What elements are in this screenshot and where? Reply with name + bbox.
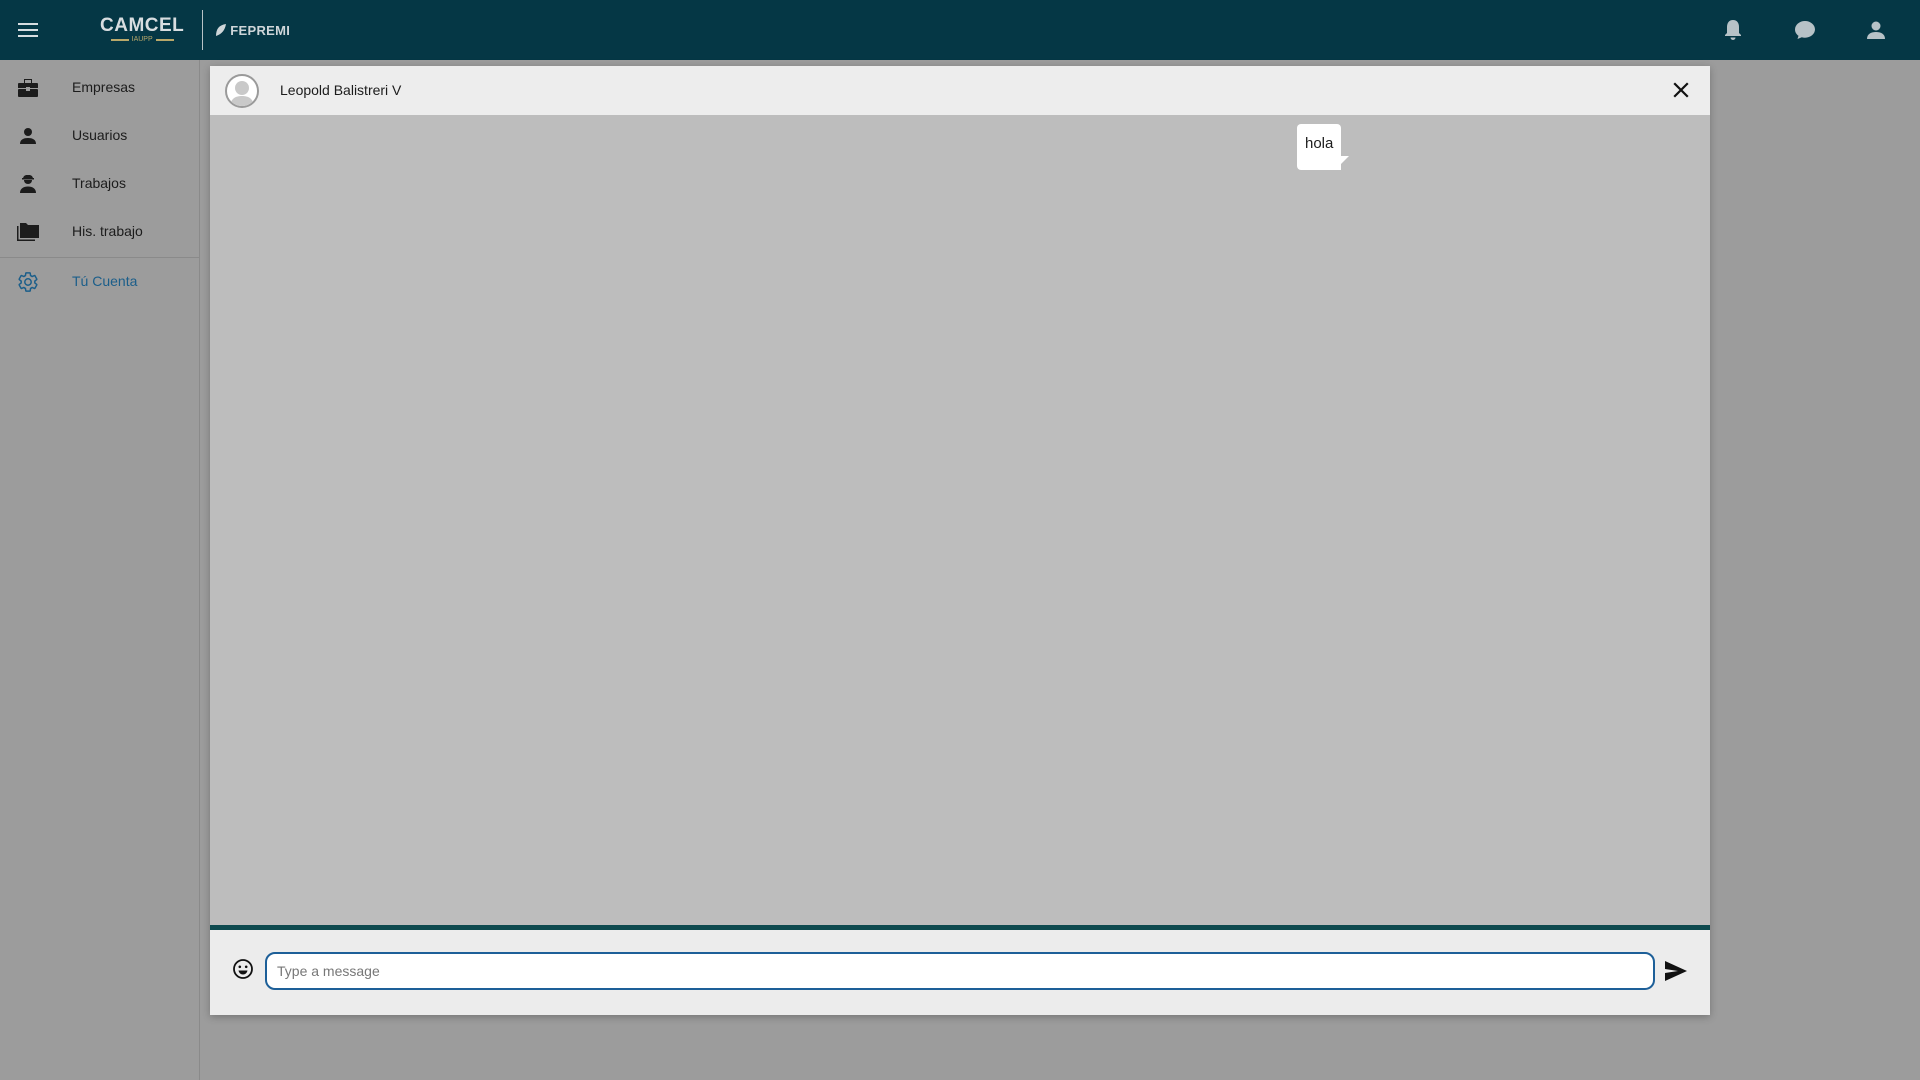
message-bubble-tail xyxy=(1339,156,1349,166)
camcel-logo-text: CAMCEL xyxy=(100,15,185,36)
chat-header: Leopold Balistreri V xyxy=(210,66,1710,115)
message-composer xyxy=(210,930,1710,1015)
chat-dialog: Leopold Balistreri V hola xyxy=(210,66,1710,1015)
message-text: hola xyxy=(1305,135,1334,152)
sidebar-item-trabajos[interactable]: Trabajos xyxy=(0,160,200,208)
sidebar-item-usuarios[interactable]: Usuarios xyxy=(0,112,200,160)
top-app-bar: CAMCEL IAUPP FEPREMI xyxy=(0,0,1920,60)
fepremi-logo-text: FEPREMI xyxy=(230,22,291,38)
chat-messages-area[interactable]: hola xyxy=(210,115,1710,925)
worker-icon xyxy=(16,172,40,196)
gear-icon xyxy=(16,270,40,294)
account-icon[interactable] xyxy=(1864,18,1888,42)
sidebar-item-label: Usuarios xyxy=(72,127,128,143)
close-icon[interactable] xyxy=(1670,79,1692,101)
chat-contact-name: Leopold Balistreri V xyxy=(280,82,402,98)
message-input[interactable] xyxy=(265,952,1655,990)
notifications-bell-icon[interactable] xyxy=(1721,18,1745,42)
avatar xyxy=(225,74,259,108)
camcel-logo-subtext: IAUPP xyxy=(131,36,153,43)
fepremi-leaf-icon xyxy=(216,24,227,36)
sidebar-item-label: His. trabajo xyxy=(72,223,143,239)
fepremi-logo: FEPREMI xyxy=(203,23,290,38)
send-icon[interactable] xyxy=(1663,958,1689,984)
person-icon xyxy=(16,124,40,148)
sidebar-item-label: Tú Cuenta xyxy=(72,273,138,289)
camcel-logo: CAMCEL IAUPP xyxy=(100,10,204,50)
brand-logo[interactable]: CAMCEL IAUPP FEPREMI xyxy=(100,10,290,50)
emoji-icon[interactable] xyxy=(231,957,255,981)
sidebar-item-empresas[interactable]: Empresas xyxy=(0,64,200,112)
briefcase-icon xyxy=(16,76,40,100)
folders-icon xyxy=(16,220,40,244)
sidebar-item-tu-cuenta[interactable]: Tú Cuenta xyxy=(0,258,200,306)
sidebar-item-label: Empresas xyxy=(72,79,136,95)
sidebar-item-label: Trabajos xyxy=(72,175,126,191)
sidebar-item-historial[interactable]: His. trabajo xyxy=(0,208,200,256)
sidebar: Empresas Usuarios Trabajos His. trabajo … xyxy=(0,60,200,1080)
chat-bubble-icon[interactable] xyxy=(1793,18,1817,42)
menu-icon[interactable] xyxy=(16,18,40,42)
message-bubble: hola xyxy=(1297,124,1342,170)
